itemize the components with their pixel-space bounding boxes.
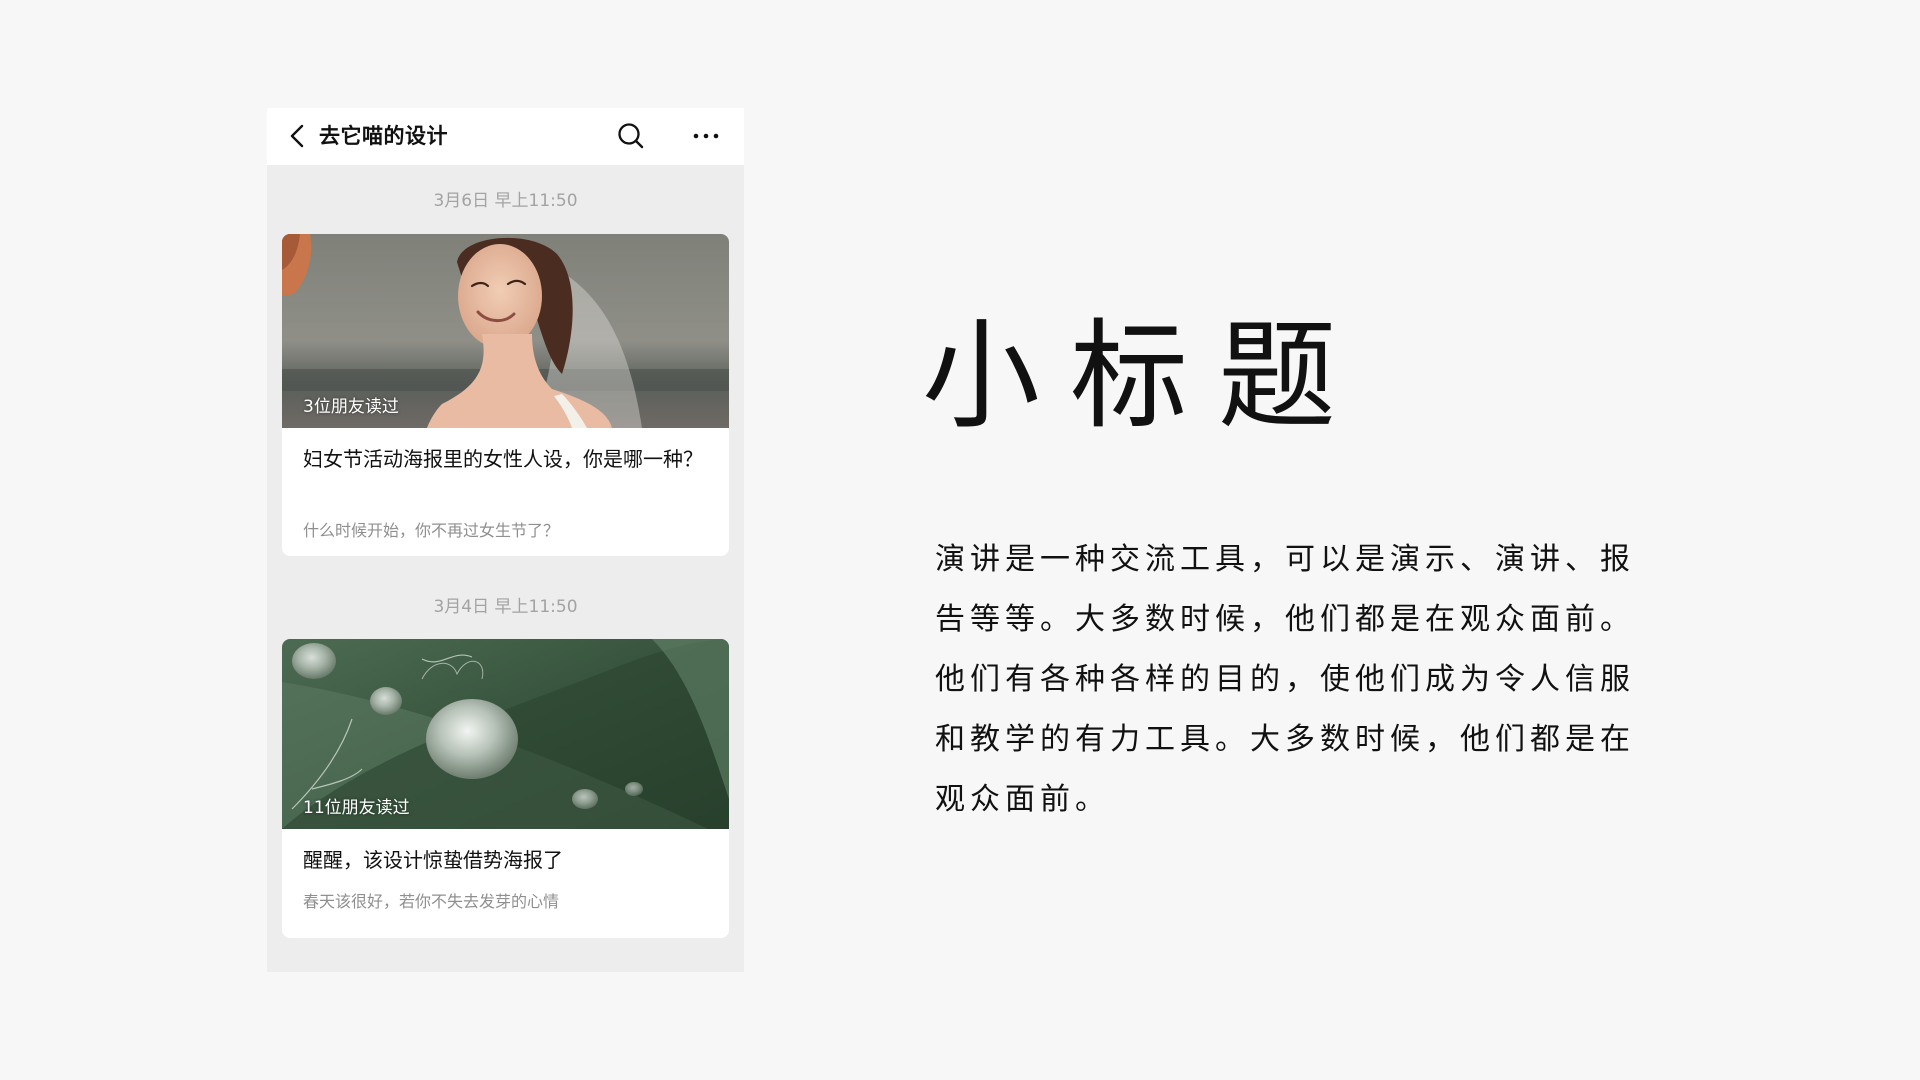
article-title[interactable]: 妇女节活动海报里的女性人设，你是哪一种？ <box>303 443 713 475</box>
article-card[interactable]: 3位朋友读过 妇女节活动海报里的女性人设，你是哪一种？ 什么时候开始，你不再过女… <box>282 234 729 556</box>
phone-mockup: 去它喵的设计 3月6日 早上11:50 3位朋友读过 妇女节活动海报里的女性人设… <box>267 108 744 972</box>
article-summary: 什么时候开始，你不再过女生节了？ <box>303 521 560 540</box>
article-card[interactable]: 11位朋友读过 醒醒，该设计惊蛰借势海报了 春天该很好，若你不失去发芽的心情 <box>282 639 729 938</box>
section-subtitle: 小标题 <box>922 307 1367 445</box>
body-paragraph: 演讲是一种交流工具，可以是演示、演讲、报告等等。大多数时候，他们都是在观众面前。… <box>935 542 1635 817</box>
more-dots-icon[interactable] <box>690 120 722 152</box>
read-count-label: 3位朋友读过 <box>303 397 399 417</box>
article-summary: 春天该很好，若你不失去发芽的心情 <box>303 892 560 911</box>
nav-bar: 去它喵的设计 <box>267 108 744 165</box>
article-title[interactable]: 醒醒，该设计惊蛰借势海报了 <box>303 844 713 876</box>
read-count-label: 11位朋友读过 <box>303 798 410 818</box>
back-chevron-icon[interactable] <box>283 121 313 151</box>
search-icon[interactable] <box>615 120 647 152</box>
message-timestamp: 3月4日 早上11:50 <box>433 597 578 617</box>
message-timestamp: 3月6日 早上11:50 <box>433 191 578 211</box>
account-title: 去它喵的设计 <box>319 124 448 148</box>
